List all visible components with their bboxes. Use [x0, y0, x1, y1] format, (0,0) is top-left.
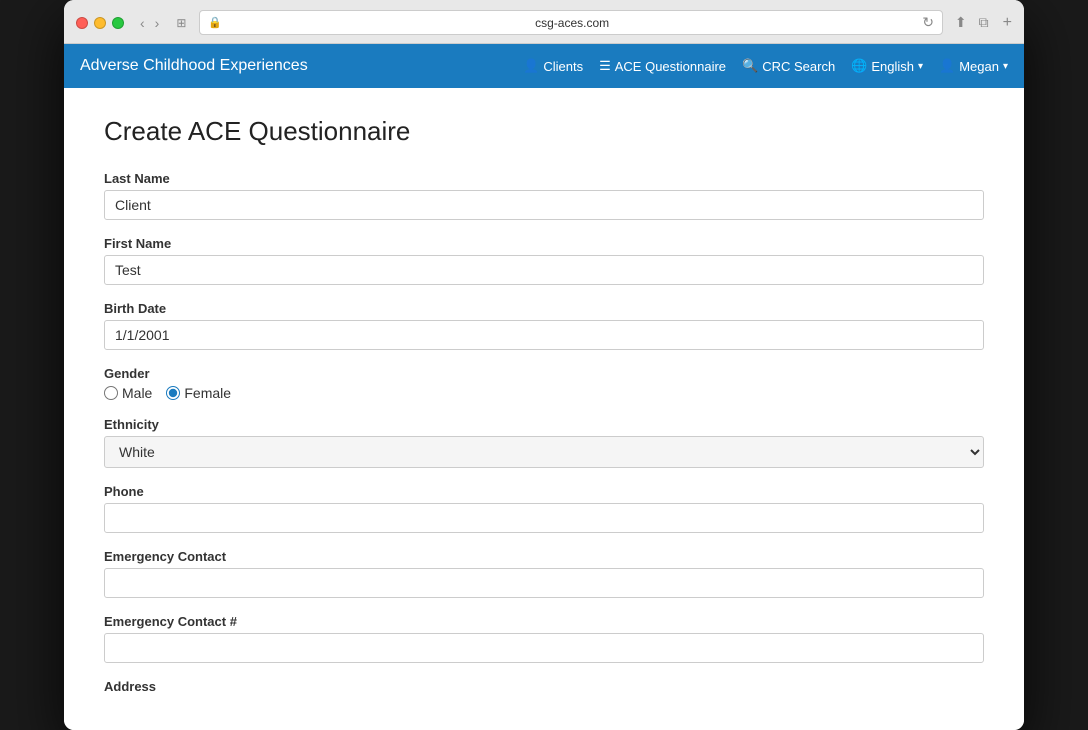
gender-female-option[interactable]: Female: [166, 385, 231, 401]
clients-icon: 👤: [523, 58, 539, 74]
search-icon: 🔍: [742, 58, 758, 74]
lock-icon: 🔒: [208, 16, 222, 29]
last-name-group: Last Name: [104, 171, 984, 220]
gender-label: Gender: [104, 366, 984, 381]
emergency-contact-num-group: Emergency Contact #: [104, 614, 984, 663]
nav-crc-label: CRC Search: [762, 59, 835, 74]
gender-radio-group: Male Female: [104, 385, 984, 401]
duplicate-button[interactable]: ⧉: [975, 12, 993, 33]
birth-date-label: Birth Date: [104, 301, 984, 316]
grid-view-button[interactable]: ⊞: [171, 14, 191, 32]
close-button[interactable]: [76, 17, 88, 29]
emergency-contact-group: Emergency Contact: [104, 549, 984, 598]
minimize-button[interactable]: [94, 17, 106, 29]
gender-male-radio[interactable]: [104, 386, 118, 400]
first-name-input[interactable]: [104, 255, 984, 285]
back-button[interactable]: ‹: [136, 13, 149, 33]
nav-buttons: ‹ ›: [136, 13, 163, 33]
emergency-contact-input[interactable]: [104, 568, 984, 598]
phone-input[interactable]: [104, 503, 984, 533]
gender-male-label: Male: [122, 385, 152, 401]
globe-icon: 🌐: [851, 58, 867, 74]
nav-crc-search[interactable]: 🔍 CRC Search: [742, 58, 835, 74]
app-title: Adverse Childhood Experiences: [80, 57, 308, 75]
forward-button[interactable]: ›: [151, 13, 164, 33]
share-button[interactable]: ⬆: [951, 12, 971, 33]
nav-user[interactable]: 👤 Megan ▾: [939, 58, 1008, 74]
emergency-contact-label: Emergency Contact: [104, 549, 984, 564]
app-nav: Adverse Childhood Experiences 👤 Clients …: [64, 44, 1024, 88]
user-dropdown-icon: ▾: [1003, 61, 1008, 72]
traffic-lights: [76, 17, 124, 29]
nav-ace-label: ACE Questionnaire: [615, 59, 726, 74]
phone-group: Phone: [104, 484, 984, 533]
last-name-input[interactable]: [104, 190, 984, 220]
gender-female-label: Female: [184, 385, 231, 401]
nav-links: 👤 Clients ☰ ACE Questionnaire 🔍 CRC Sear…: [523, 58, 1008, 74]
ethnicity-select[interactable]: White Black or African American Hispanic…: [104, 436, 984, 468]
fullscreen-button[interactable]: [112, 17, 124, 29]
language-dropdown-icon: ▾: [918, 61, 923, 72]
user-icon: 👤: [939, 58, 955, 74]
url-text: csg-aces.com: [228, 16, 916, 30]
nav-user-label: Megan: [959, 59, 999, 74]
emergency-contact-num-label: Emergency Contact #: [104, 614, 984, 629]
ethnicity-label: Ethnicity: [104, 417, 984, 432]
nav-ace-questionnaire[interactable]: ☰ ACE Questionnaire: [599, 58, 726, 74]
gender-male-option[interactable]: Male: [104, 385, 152, 401]
birth-date-group: Birth Date: [104, 301, 984, 350]
browser-chrome: ‹ › ⊞ 🔒 csg-aces.com ↻ ⬆ ⧉ +: [64, 0, 1024, 44]
browser-window: ‹ › ⊞ 🔒 csg-aces.com ↻ ⬆ ⧉ + Adverse Chi…: [64, 0, 1024, 730]
address-group: Address: [104, 679, 984, 694]
browser-actions: ⬆ ⧉: [951, 12, 993, 33]
gender-group: Gender Male Female: [104, 366, 984, 401]
reload-button[interactable]: ↻: [922, 14, 934, 31]
birth-date-input[interactable]: [104, 320, 984, 350]
main-content: Create ACE Questionnaire Last Name First…: [64, 88, 1024, 730]
ethnicity-group: Ethnicity White Black or African America…: [104, 417, 984, 468]
nav-language[interactable]: 🌐 English ▾: [851, 58, 923, 74]
address-label: Address: [104, 679, 984, 694]
ace-icon: ☰: [599, 58, 611, 74]
address-bar: 🔒 csg-aces.com ↻: [199, 10, 943, 35]
last-name-label: Last Name: [104, 171, 984, 186]
phone-label: Phone: [104, 484, 984, 499]
new-tab-button[interactable]: +: [1003, 14, 1012, 32]
page-title: Create ACE Questionnaire: [104, 116, 984, 147]
gender-female-radio[interactable]: [166, 386, 180, 400]
nav-language-label: English: [871, 59, 914, 74]
first-name-label: First Name: [104, 236, 984, 251]
nav-clients-label: Clients: [543, 59, 583, 74]
nav-clients[interactable]: 👤 Clients: [523, 58, 583, 74]
first-name-group: First Name: [104, 236, 984, 285]
